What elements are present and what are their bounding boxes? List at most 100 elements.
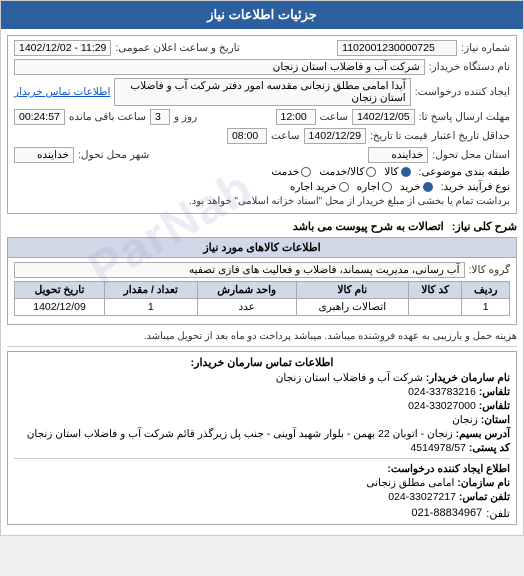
org-row: نام سارمان خریدار: شرکت آب و فاضلاب استا… (14, 372, 510, 384)
creator-name-label: نام سازمان: (457, 477, 510, 489)
goods-group-value: آب رسانی، مدیریت پسماند، فاضلاب و فعالیت… (14, 262, 465, 278)
contact-link[interactable]: اطلاعات تماس خریدار (14, 86, 110, 98)
days-label: روز و (174, 111, 197, 123)
creator-name-row: نام سازمان: امامی مطلق زنجانی (14, 477, 510, 489)
buyer-note: هزینه حمل و بارزیبی به عهده فروشنده میبا… (7, 331, 517, 342)
creator-tel-label: تلفن تماس: (459, 491, 510, 503)
radio-buy-circle (423, 182, 433, 192)
col-delivery: تاریخ تحویل (15, 282, 105, 299)
radio-kala-circle (401, 167, 411, 177)
col-qty: تعداد / مقدار (105, 282, 198, 299)
cell-qty: 1 (105, 299, 198, 316)
request-value: آیدا امامی مطلق زنجانی مقدسه امور دفتر ش… (114, 78, 410, 106)
radio-kala-label: کالا (384, 166, 398, 178)
postal-row: کد پستی: 4514978/57 (14, 442, 510, 454)
address-row: آدرس بسیم: زنجان - اتوبان 22 بهمن - بلوا… (14, 428, 510, 440)
send-time-label: ساعت (320, 111, 349, 123)
radio-kala-khedmat-label: کالا/خدمت (319, 166, 364, 178)
credit-sub: قیمت تا تاریخ: (370, 131, 427, 142)
table-row: 1 اتصالات راهبری عدد 1 1402/12/09 (15, 299, 510, 316)
province-row: استان: زنجان (14, 414, 510, 426)
credit-time-label: ساعت (271, 130, 300, 142)
phone-value: 021-88834967 (411, 507, 482, 520)
radio-buy[interactable]: خرید (400, 181, 433, 193)
contact-info-section: اطلاعات تماس سارمان خریدار: نام سارمان خ… (7, 351, 517, 525)
creator-label-row: اطلاع ایجاد کننده درخواست: (14, 463, 510, 475)
credit-time: 08:00 (227, 128, 267, 144)
col-name: نام کالا (296, 282, 408, 299)
tel1-value: 33783216-024 (408, 386, 476, 398)
send-deadline-row: مهلت ارسال پاسخ تا: 1402/12/05 ساعت 12:0… (14, 109, 510, 125)
category-row: طبقه بندی موضوعی: کالا کالا/خدمت خدمت (14, 166, 510, 178)
main-content: شماره نیاز: 1102001230000725 تاریخ و ساع… (1, 29, 523, 535)
send-date: 1402/12/05 (352, 109, 415, 125)
keywords-value: اتصالات به شرح پیوست می باشد (293, 220, 444, 233)
buyer-value: شرکت آب و فاضلاب استان زنجان (14, 59, 425, 75)
divider-1 (7, 346, 517, 347)
contact-info-title: اطلاعات تماس سارمان خریدار: (14, 356, 510, 369)
keywords-row: شرح کلی نیاز: اتصالات به شرح پیوست می با… (7, 220, 517, 233)
radio-buy-rent-circle (339, 182, 349, 192)
postal-value: 4514978/57 (410, 442, 465, 454)
page-header: جزئیات اطلاعات نیاز (1, 1, 523, 29)
delivery-value: خداینده (368, 147, 428, 163)
purchase-type-label: نوع فرآیند خرید: (441, 181, 510, 193)
tel2-label: تلفاس: (479, 400, 510, 412)
credit-row: حداقل تاریخ اعتبار قیمت تا تاریخ: 1402/1… (14, 128, 510, 144)
request-row: ایجاد کننده درخواست: آیدا امامی مطلق زنج… (14, 78, 510, 106)
col-unit: واحد شمارش (197, 282, 296, 299)
radio-kala[interactable]: کالا (384, 166, 410, 178)
radio-rent-circle (382, 182, 392, 192)
divider-2 (14, 458, 510, 459)
page-wrapper: ParNab جزئیات اطلاعات نیاز شماره نیاز: 1… (0, 0, 524, 536)
goods-table: ردیف کد کالا نام کالا واحد شمارش تعداد /… (14, 281, 510, 316)
cell-name: اتصالات راهبری (296, 299, 408, 316)
radio-rent-label: اجاره (357, 181, 380, 193)
delivery-label: استان محل تحول: (432, 149, 510, 161)
col-row-num: ردیف (462, 282, 510, 299)
order-number-value: 1102001230000725 (337, 40, 457, 56)
address-label: آدرس بسیم: (456, 428, 510, 440)
goods-group-row: گروه کالا: آب رسانی، مدیریت پسماند، فاضل… (14, 262, 510, 278)
cell-unit: عدد (197, 299, 296, 316)
remaining-label: ساعت باقی مانده (69, 111, 146, 123)
category-label: طبقه بندی موضوعی: (419, 166, 510, 178)
creator-label: اطلاع ایجاد کننده درخواست: (387, 463, 510, 475)
radio-kala-khedmat-circle (366, 167, 376, 177)
cell-delivery: 1402/12/09 (15, 299, 105, 316)
col-code: کد کالا (408, 282, 462, 299)
tel2-value: 33027000-024 (408, 400, 476, 412)
credit-date: 1402/12/29 (304, 128, 367, 144)
remaining-value: 00:24:57 (14, 109, 65, 125)
phone-label: تلفن: (486, 507, 510, 520)
org-value: شرکت آب و فاضلاب استان زنجان (276, 372, 423, 384)
buyer-row: نام دستگاه خریدار: شرکت آب و فاضلاب استا… (14, 59, 510, 75)
goods-info-body: گروه کالا: آب رسانی، مدیریت پسماند، فاضل… (8, 258, 516, 324)
province-label: استان: (481, 414, 510, 426)
org-label: نام سارمان خریدار: (426, 372, 510, 384)
city-value: خداینده (14, 147, 74, 163)
tel1-label: تلفاس: (479, 386, 510, 398)
credit-label: حداقل تاریخ اعتبار (432, 130, 510, 142)
order-info-body: شماره نیاز: 1102001230000725 تاریخ و ساع… (8, 36, 516, 213)
creator-tel-value: 33027217-024 (388, 491, 456, 503)
order-number-label: شماره نیاز: (461, 42, 510, 54)
radio-buy-rent[interactable]: خرید اجاره (290, 181, 349, 193)
address-value: زنجان - اتوبان 22 بهمن - بلوار شهید آوین… (27, 428, 453, 440)
date-time-label: تاریخ و ساعت اعلان عمومی: (115, 42, 239, 54)
radio-kala-khedmat[interactable]: کالا/خدمت (319, 166, 376, 178)
buyer-label: نام دستگاه خریدار: (429, 61, 510, 73)
goods-info-section: اطلاعات کالاهای مورد نیاز گروه کالا: آب … (7, 237, 517, 325)
radio-khedmat[interactable]: خدمت (271, 166, 311, 178)
tel2-row: تلفاس: 33027000-024 (14, 400, 510, 412)
radio-khedmat-label: خدمت (271, 166, 299, 178)
radio-khedmat-circle (301, 167, 311, 177)
cell-row-num: 1 (462, 299, 510, 316)
order-info-section: شماره نیاز: 1102001230000725 تاریخ و ساع… (7, 35, 517, 214)
keywords-label: شرح کلی نیاز: (452, 220, 517, 233)
creator-tel-row: تلفن تماس: 33027217-024 (14, 491, 510, 503)
request-label: ایجاد کننده درخواست: (415, 86, 510, 98)
radio-rent[interactable]: اجاره (357, 181, 392, 193)
days-value: 3 (150, 109, 170, 125)
creator-name-value: امامی مطلق زنجانی (366, 477, 454, 489)
